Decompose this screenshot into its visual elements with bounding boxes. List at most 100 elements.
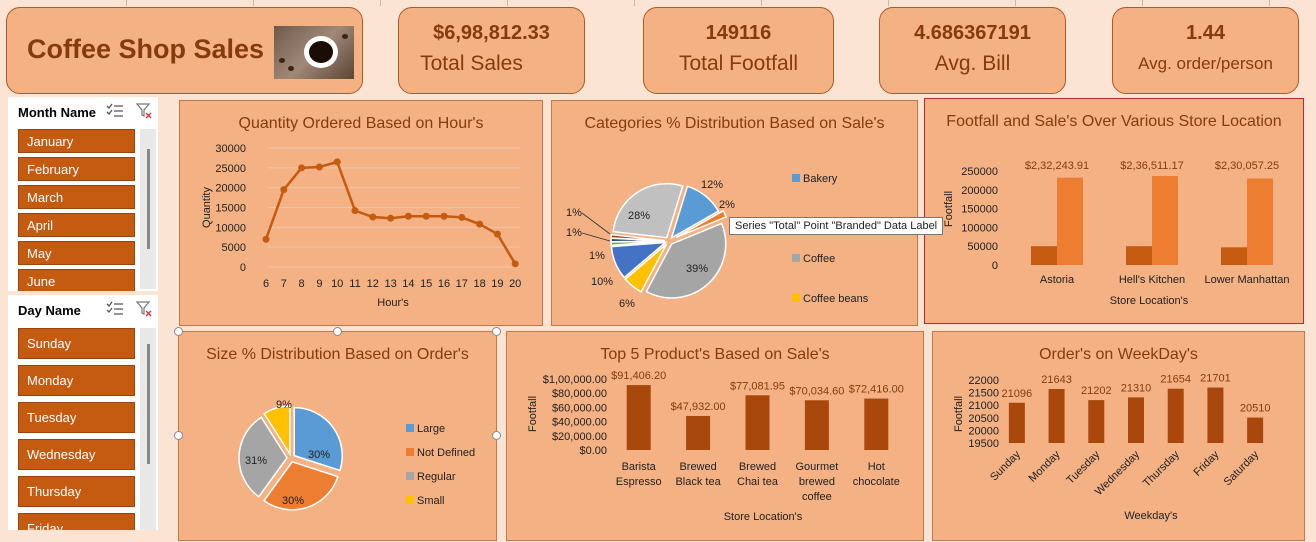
y-tick-label: $0.00 [579,445,607,457]
bar-data-label: $47,932.00 [671,401,726,413]
x-tick-label: 8 [299,278,305,290]
quantity-line [264,160,517,265]
y-tick-label: $60,000.00 [552,402,607,414]
y-axis-label: Quantity [201,187,213,228]
kpi-label: Avg. order/person [1138,54,1273,73]
product-bar [686,415,711,450]
slice-data-label: 30% [308,449,330,461]
day-slicer-scrollbar[interactable] [140,328,156,530]
month-slicer-scrollbar[interactable] [140,129,156,289]
x-tick-label: 13 [384,278,396,290]
gridline [1015,0,1016,6]
gridline [1142,0,1143,6]
x-tick-label: Astoria [1040,274,1075,286]
slicer-item-january[interactable]: January [18,129,135,153]
slicer-item-friday[interactable]: Friday [18,513,135,530]
bar-data-label: $2,30,057.25 [1215,160,1279,172]
pie-slice [293,406,343,472]
kpi-total-sales: $6,98,812.33 Total Sales [398,7,585,94]
x-axis-label: Store Location's [1110,295,1189,307]
hourly-quantity-chart[interactable]: Quantity Ordered Based on Hour's 0 5000 10… [179,100,543,326]
day-slicer[interactable]: Day Name Sunday Monday Tuesday Wednesday… [8,295,158,530]
y-tick-label: 100000 [961,222,998,234]
x-tick-label: 16 [438,278,450,290]
clear-filter-icon[interactable] [135,103,152,122]
resize-handle[interactable] [492,431,501,440]
legend-swatch [406,496,414,504]
y-tick-label: 10000 [215,222,246,234]
product-bar [626,385,651,450]
month-slicer[interactable]: Month Name January February March April … [8,97,158,291]
x-tick-label: Barista Espresso [616,461,662,488]
weekday-orders-chart[interactable]: Order's on WeekDay's 19500 20000 20500 2100… [932,331,1305,541]
bar-data-label: 21701 [1200,373,1231,385]
y-tick-label: 20000 [215,183,246,195]
kpi-label: Avg. Bill [934,52,1011,75]
bar-data-label: 21643 [1041,374,1072,386]
top-products-chart[interactable]: Top 5 Product's Based on Sale's $0.00 $20… [506,331,924,541]
y-tick-label: $1,00,000.00 [543,374,607,386]
resize-handle[interactable] [492,327,501,336]
x-tick-label: 10 [331,278,343,290]
bar-data-label: $91,406.20 [611,370,666,382]
slicer-item-june[interactable]: June [18,269,135,291]
bar-data-label: 21202 [1081,385,1112,397]
legend-swatch [792,254,800,262]
data-point [351,207,359,215]
multi-select-icon[interactable] [106,301,124,320]
data-point [404,212,412,220]
data-point [387,214,395,222]
gridline [634,0,635,6]
store-location-chart[interactable]: Footfall and Sale's Over Various Store L… [924,98,1304,324]
slicer-item-sunday[interactable]: Sunday [18,328,135,359]
slicer-item-february[interactable]: February [18,157,135,181]
slicer-item-tuesday[interactable]: Tuesday [18,402,135,433]
weekday-bar [1048,388,1065,443]
slicer-item-may[interactable]: May [18,241,135,265]
y-tick-label: $80,000.00 [552,388,607,400]
product-bar [864,398,889,450]
x-tick-label: Brewed Black tea [675,461,721,488]
x-tick-label: 9 [316,278,322,290]
bar-data-label: $77,081.95 [730,380,785,392]
slicer-item-april[interactable]: April [18,213,135,237]
pie-chart-svg: 30% 30% 31% 9% Large Not Defined Regular Small [238,399,475,511]
x-tick-label: Tuesday [1064,448,1102,486]
categories-pie-chart[interactable]: Categories % Distribution Based on Sale'… [551,100,918,326]
resize-handle[interactable] [333,327,342,336]
slice-data-label: 39% [686,263,708,275]
legend-label: Not Defined [417,447,475,459]
gridline [507,0,508,6]
x-axis-label: Hour's [377,297,409,309]
x-tick-label: 14 [402,278,414,290]
x-tick-label: 11 [349,278,360,290]
legend-label: Coffee [803,253,835,265]
pie-chart-svg: 12% 2% 39% 6% 10% 1% 1% 1% 28% Bakery Coffee Coffee… [566,173,869,310]
kpi-avg-bill: 4.686367191 Avg. Bill [879,7,1066,94]
legend-label: Bakery [803,173,838,185]
x-tick-label: 12 [367,278,379,290]
resize-handle[interactable] [174,327,183,336]
data-label-tooltip: Series "Total" Point "Branded" Data Labe… [729,217,944,235]
x-axis-label: Store Location's [724,511,803,523]
legend-label: Coffee beans [803,293,869,305]
weekday-bar [1088,400,1105,443]
y-tick-label: 22000 [968,375,999,387]
scrollbar-thumb[interactable] [147,149,150,249]
scrollbar-thumb[interactable] [147,344,150,464]
kpi-label: Total Sales [420,52,523,75]
size-pie-chart[interactable]: Size % Distribution Based on Order's 30%… [178,331,497,541]
slicer-item-wednesday[interactable]: Wednesday [18,439,135,470]
bar-footfall [1031,246,1057,265]
slicer-item-thursday[interactable]: Thursday [18,476,135,507]
clear-filter-icon[interactable] [135,301,152,320]
slice-data-label: 30% [282,495,304,507]
slice-data-label: 9% [276,399,292,411]
slice-data-label: 1% [566,207,582,219]
y-tick-label: 30000 [215,143,246,155]
slicer-item-monday[interactable]: Monday [18,365,135,396]
slicer-item-march[interactable]: March [18,185,135,209]
data-point [422,212,430,220]
resize-handle[interactable] [174,431,183,440]
multi-select-icon[interactable] [106,103,124,122]
